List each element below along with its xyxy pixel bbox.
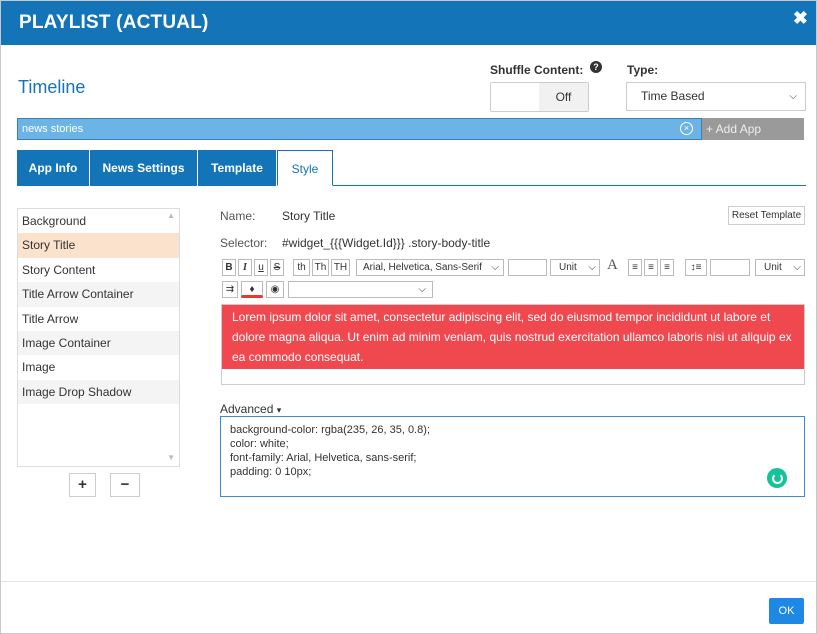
ok-button[interactable]: OK xyxy=(769,598,804,624)
toggle-state: Off xyxy=(539,83,588,111)
preview-text: Lorem ipsum dolor sit amet, consectetur … xyxy=(222,305,804,369)
chevron-down-icon: ⌵ xyxy=(789,91,797,102)
chevron-down-icon: ⌵ xyxy=(793,262,801,273)
type-label: Type: xyxy=(627,63,659,77)
capitalize-button[interactable]: Th xyxy=(312,259,329,276)
font-size-input[interactable] xyxy=(508,259,547,276)
css-line: background-color: rgba(235, 26, 35, 0.8)… xyxy=(230,424,430,436)
italic-button[interactable]: I xyxy=(238,259,252,276)
css-line: color: white; xyxy=(230,438,289,450)
list-item[interactable]: Image Drop Shadow xyxy=(18,379,179,405)
help-icon[interactable]: ? xyxy=(590,61,602,73)
font-icon: A xyxy=(607,257,618,273)
type-select-value: Time Based xyxy=(641,89,705,103)
font-family-value: Arial, Helvetica, Sans-Serif xyxy=(363,262,482,273)
tab-app-info[interactable]: App Info xyxy=(17,150,90,186)
type-select[interactable]: Time Based ⌵ xyxy=(626,82,806,111)
reset-template-button[interactable]: Reset Template xyxy=(728,206,805,225)
align-left-icon[interactable]: ≡ xyxy=(628,259,642,276)
font-family-select[interactable]: Arial, Helvetica, Sans-Serif ⌵ xyxy=(356,259,504,276)
tab-template[interactable]: Template xyxy=(198,150,277,186)
list-item[interactable]: Title Arrow xyxy=(18,307,179,331)
uppercase-button[interactable]: TH xyxy=(331,259,350,276)
list-item-selected[interactable]: Story Title xyxy=(18,233,179,258)
strikethrough-button[interactable]: S xyxy=(270,259,284,276)
tab-news-settings[interactable]: News Settings xyxy=(90,150,198,186)
scroll-up-icon[interactable]: ▲ xyxy=(167,211,175,220)
selector-value: #widget_{{{Widget.Id}}} .story-body-titl… xyxy=(282,236,491,250)
shuffle-label: Shuffle Content: xyxy=(490,63,584,77)
wrap-icon[interactable]: ⇉ xyxy=(222,281,238,298)
scroll-down-icon[interactable]: ▼ xyxy=(167,453,175,462)
add-element-button[interactable]: + xyxy=(69,473,96,497)
search-value: news stories xyxy=(22,123,84,135)
app-search-input[interactable]: news stories × xyxy=(17,118,702,140)
tab-bar: App Info News Settings Template Style xyxy=(17,150,806,186)
chevron-down-icon: ⌵ xyxy=(418,284,426,295)
timeline-heading: Timeline xyxy=(18,77,86,97)
chevron-down-icon: ⌵ xyxy=(491,262,499,273)
bold-button[interactable]: B xyxy=(222,259,236,276)
grammarly-icon[interactable] xyxy=(767,468,787,488)
css-line: font-family: Arial, Helvetica, sans-seri… xyxy=(230,452,417,464)
dialog-title: PLAYLIST (ACTUAL) xyxy=(19,12,209,33)
list-item[interactable]: Image xyxy=(18,355,179,379)
shuffle-toggle[interactable]: Off xyxy=(490,82,589,112)
visibility-icon[interactable]: ◉ xyxy=(266,281,284,298)
caret-down-icon: ▾ xyxy=(276,405,282,415)
clear-icon[interactable]: × xyxy=(680,122,693,135)
underline-button[interactable]: u xyxy=(254,259,268,276)
lowercase-button[interactable]: th xyxy=(293,259,310,276)
close-icon[interactable]: ✖ xyxy=(793,8,808,29)
remove-element-button[interactable]: − xyxy=(110,473,140,497)
playlist-dialog: PLAYLIST (ACTUAL) ✖ Timeline Shuffle Con… xyxy=(0,0,817,634)
font-size-unit-select[interactable]: Unit ⌵ xyxy=(550,259,600,276)
advanced-label: Advanced xyxy=(220,402,274,416)
style-preview: Lorem ipsum dolor sit amet, consectetur … xyxy=(221,304,805,385)
fill-color-icon[interactable]: ♦ xyxy=(241,281,263,298)
list-item[interactable]: Image Container xyxy=(18,330,179,356)
name-label: Name: xyxy=(220,209,256,223)
footer-divider xyxy=(1,581,816,582)
css-line: padding: 0 10px; xyxy=(230,466,312,478)
add-app-button[interactable]: + Add App xyxy=(702,118,804,140)
selector-label: Selector: xyxy=(220,236,268,250)
line-height-unit-select[interactable]: Unit ⌵ xyxy=(755,259,805,276)
list-item[interactable]: Title Arrow Container xyxy=(18,282,179,307)
tab-style[interactable]: Style xyxy=(277,150,333,186)
chevron-down-icon: ⌵ xyxy=(588,262,596,273)
element-list: Background Story Title Story Content Tit… xyxy=(17,208,180,467)
list-item[interactable]: Story Content xyxy=(18,258,179,282)
unit-value: Unit xyxy=(764,262,782,273)
text-shadow-select[interactable]: ⌵ xyxy=(288,281,433,298)
list-item[interactable]: Background xyxy=(18,209,179,233)
align-right-icon[interactable]: ≡ xyxy=(660,259,674,276)
name-value: Story Title xyxy=(282,209,336,223)
align-center-icon[interactable]: ≡ xyxy=(644,259,658,276)
advanced-css-textarea[interactable]: background-color: rgba(235, 26, 35, 0.8)… xyxy=(220,416,805,497)
unit-value: Unit xyxy=(559,262,577,273)
line-height-input[interactable] xyxy=(710,259,750,276)
advanced-toggle[interactable]: Advanced ▾ xyxy=(220,402,281,416)
line-height-icon[interactable]: ↕≡ xyxy=(685,259,707,276)
dialog-titlebar: PLAYLIST (ACTUAL) ✖ xyxy=(1,1,816,45)
toggle-knob xyxy=(491,83,539,111)
